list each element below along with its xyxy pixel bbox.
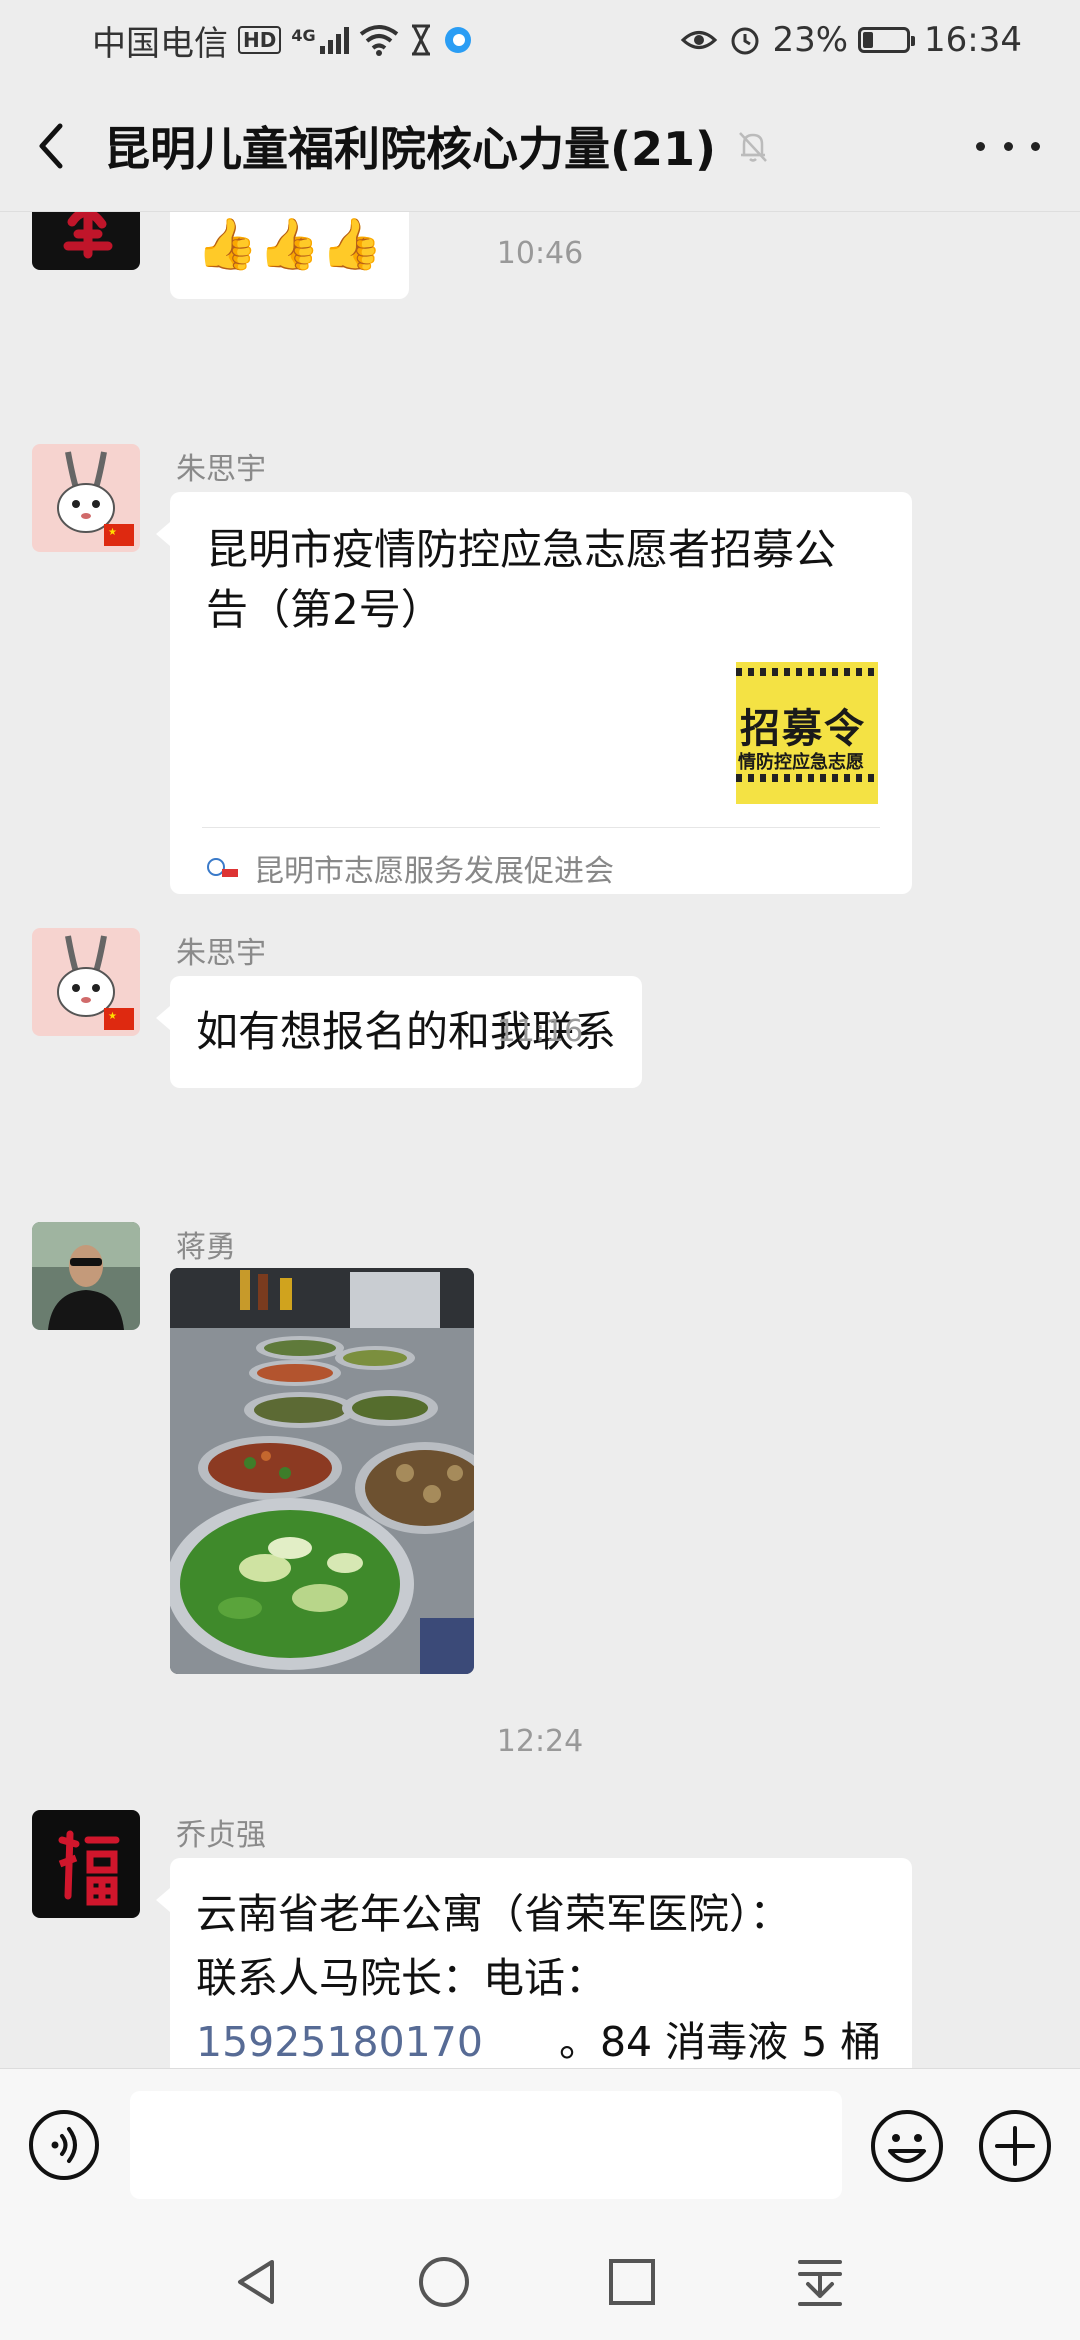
sender-name: 朱思宇 [176, 936, 266, 971]
message-bubble[interactable]: 云南省老年公寓（省荣军医院）： 联系人马院长：电话： 15925180170 。8… [156, 1858, 912, 2068]
app-notification-icon [444, 27, 471, 53]
battery-icon [858, 27, 916, 53]
carrier-label: 中国电信 [92, 23, 228, 64]
message-text: 。84 消毒液 5 桶 [558, 2018, 882, 2066]
message-line: 联系人马院长：电话： [196, 1954, 606, 2002]
message-line: 云南省老年公寓（省荣军医院）： [196, 1890, 791, 1938]
battery-level-fill [863, 32, 874, 48]
network-type-label: 4G [291, 25, 316, 45]
nav-notification-pulldown-icon[interactable] [792, 2254, 848, 2310]
hd-icon: HD [238, 26, 282, 54]
rabbit-avatar-icon: ★ [32, 444, 140, 552]
chat-header: 昆明儿童福利院核心力量(21) [0, 80, 1080, 212]
source-name: 昆明市志愿服务发展促进会 [254, 854, 614, 889]
status-left: 中国电信 HD 4G [92, 16, 473, 65]
person-photo-avatar-icon [32, 1222, 140, 1330]
chat-title[interactable]: 昆明儿童福利院核心力量(21) [104, 113, 716, 179]
thumb-stripe [736, 774, 878, 782]
status-bar: 中国电信 HD 4G 23% 16:34 [0, 0, 1080, 80]
message-list[interactable]: 👍👍👍 10:46 ★ 朱思宇 昆明市疫情防控应急志愿者招募公告（第2号） 招募… [0, 212, 1080, 2068]
food-photo[interactable] [170, 1268, 474, 1674]
link-card[interactable]: 昆明市疫情防控应急志愿者招募公告（第2号） 招募令 情防控应急志愿 昆明市志愿服… [156, 492, 912, 894]
avatar-jiang-yong[interactable] [32, 1222, 140, 1330]
message-line: 15925180170 。84 消毒液 5 桶 [196, 2010, 886, 2068]
fu-calligraphy-avatar-icon [32, 1810, 140, 1918]
chat-screen: 中国电信 HD 4G 23% 16:34 昆明儿童福利院核心力量(21) 👍👍👍… [0, 0, 1080, 2340]
timestamp: 10:46 [496, 236, 584, 271]
card-title: 昆明市疫情防控应急志愿者招募公告（第2号） [206, 525, 837, 634]
hourglass-icon [411, 24, 430, 56]
emoji-icon[interactable] [870, 2109, 944, 2183]
battery-percent: 23% [772, 20, 849, 60]
more-dot [1031, 141, 1040, 151]
nav-back-icon[interactable] [228, 2254, 284, 2310]
card-source: 昆明市志愿服务发展促进会 [206, 844, 614, 892]
avatar-qiao-zhenqiang[interactable] [32, 1810, 140, 1918]
svg-text:★: ★ [108, 527, 117, 538]
card-thumbnail: 招募令 情防控应急志愿 [736, 662, 878, 804]
food-dishes-image [170, 1268, 474, 1674]
phone-number-link[interactable]: 15925180170 [196, 2018, 483, 2066]
system-nav-bar [0, 2222, 1080, 2340]
avatar-zhu-siyu[interactable]: ★ [32, 444, 140, 552]
back-arrow-icon [39, 123, 63, 168]
more-options-button[interactable] [976, 124, 1040, 168]
eye-comfort-icon [681, 31, 718, 49]
nav-recents-icon[interactable] [604, 2254, 660, 2310]
sender-name: 蒋勇 [176, 1230, 236, 1265]
back-button[interactable] [0, 80, 104, 212]
sender-name: 朱思宇 [176, 452, 266, 487]
voice-input-icon[interactable] [28, 2109, 100, 2181]
wifi-icon [359, 25, 398, 56]
source-logo-icon [207, 858, 238, 877]
mute-bell-icon [739, 131, 767, 162]
status-right: 23% 16:34 [680, 20, 1022, 60]
thumb-sub-text: 情防控应急志愿 [738, 752, 864, 773]
input-bar [0, 2068, 1080, 2222]
thumb-stripe [736, 668, 878, 676]
more-dot [976, 141, 985, 151]
sender-name: 乔贞强 [176, 1818, 266, 1853]
clock-time: 16:34 [924, 20, 1022, 60]
message-input[interactable] [130, 2091, 842, 2199]
timestamp: 12:24 [496, 1724, 584, 1759]
timestamp: 11:16 [496, 1014, 584, 1049]
card-divider [202, 827, 880, 828]
nav-home-icon[interactable] [416, 2254, 472, 2310]
signal-icon [319, 26, 349, 54]
more-dot [1003, 141, 1013, 151]
plus-icon[interactable] [978, 2109, 1052, 2183]
thumb-main-text: 招募令 [740, 706, 866, 752]
alarm-icon [731, 27, 759, 55]
